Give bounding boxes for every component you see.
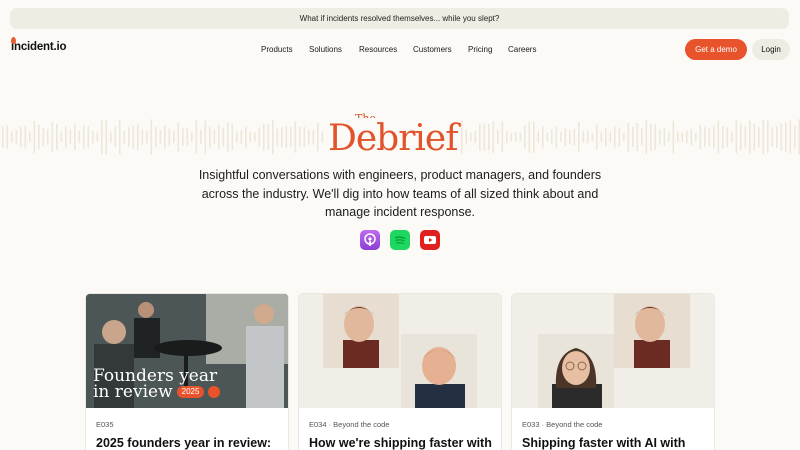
podcast-logo: The Debrief <box>0 110 800 160</box>
episode-title: How we're shipping faster with <box>309 436 492 450</box>
announcement-banner[interactable]: What if incidents resolved themselves...… <box>10 8 789 29</box>
flame-icon <box>208 386 221 398</box>
menu-item-customers[interactable]: Customers <box>413 45 452 54</box>
year-badge: 2025 <box>176 386 205 398</box>
episode-number: E033 · Beyond the code <box>522 420 603 429</box>
youtube-icon[interactable] <box>420 230 440 250</box>
logo-text: incident.io <box>11 41 67 53</box>
episode-title: Shipping faster with AI with <box>522 436 686 450</box>
login-button[interactable]: Login <box>752 39 790 60</box>
episode-card[interactable]: E034 · Beyond the code How we're shippin… <box>298 293 502 450</box>
episode-number: E035 <box>96 420 114 429</box>
spotify-icon[interactable] <box>390 230 410 250</box>
menu-item-resources[interactable]: Resources <box>359 45 397 54</box>
episode-number: E034 · Beyond the code <box>309 420 390 429</box>
episode-thumbnail: Founders year in review 2025 <box>86 294 288 408</box>
episode-card[interactable]: Founders year in review 2025 E035 2025 f… <box>85 293 289 450</box>
top-nav: incident.io Products Solutions Resources… <box>0 37 800 62</box>
logo[interactable]: incident.io <box>11 37 67 53</box>
menu-item-products[interactable]: Products <box>261 45 293 54</box>
get-demo-button[interactable]: Get a demo <box>685 39 747 60</box>
episode-thumbnail <box>299 294 501 408</box>
menu-item-careers[interactable]: Careers <box>508 45 536 54</box>
apple-podcasts-icon[interactable] <box>360 230 380 250</box>
brand-debrief: Debrief <box>326 118 460 159</box>
episode-thumbnail <box>512 294 714 408</box>
menu-item-solutions[interactable]: Solutions <box>309 45 342 54</box>
menu-item-pricing[interactable]: Pricing <box>468 45 492 54</box>
episode-title: 2025 founders year in review: <box>96 436 272 450</box>
flame-icon <box>11 37 16 44</box>
thumbnail-overlay-title: Founders year in review 2025 <box>93 368 221 401</box>
episode-card[interactable]: E033 · Beyond the code Shipping faster w… <box>511 293 715 450</box>
intro-text: Insightful conversations with engineers,… <box>198 168 602 219</box>
